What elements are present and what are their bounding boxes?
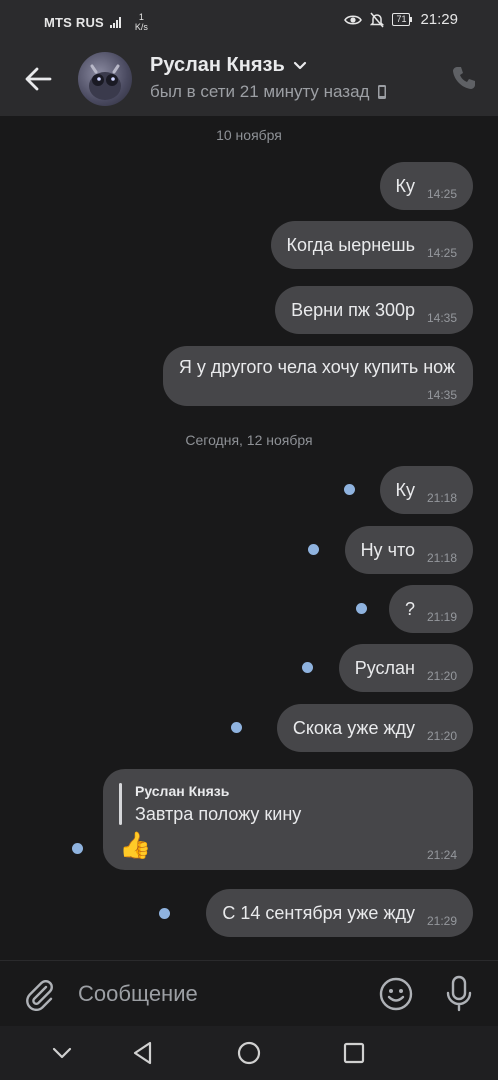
microphone-icon[interactable] xyxy=(444,975,474,1013)
message-input[interactable] xyxy=(78,975,358,1013)
mobile-phone-icon xyxy=(378,85,387,99)
system-navigation-bar xyxy=(0,1026,498,1080)
message-composer xyxy=(0,960,498,1026)
unread-indicator xyxy=(159,908,170,919)
paperclip-icon[interactable] xyxy=(22,977,56,1011)
message-list[interactable]: 10 ноября Ку 14:25 Когда ыернешь 14:25 В… xyxy=(0,116,498,960)
message-time: 14:25 xyxy=(426,187,457,201)
outgoing-message[interactable]: С 14 сентября уже жду 21:29 xyxy=(206,889,473,937)
message-text: Руслан xyxy=(354,657,415,678)
date-separator: 10 ноября xyxy=(216,127,282,143)
smile-icon[interactable] xyxy=(378,976,414,1012)
outgoing-message[interactable]: Ну что 21:18 xyxy=(344,526,473,574)
outgoing-message[interactable]: Я у другого чела хочу купить нож 14:35 xyxy=(162,346,473,406)
signal-icon xyxy=(109,16,121,28)
battery-icon: 71 xyxy=(392,13,413,26)
contact-title[interactable]: Руслан Князь xyxy=(150,54,307,77)
outgoing-message[interactable]: Ку 21:18 xyxy=(379,466,473,514)
date-separator: Сегодня, 12 ноября xyxy=(185,432,313,448)
unread-indicator xyxy=(231,722,242,733)
back-arrow-icon[interactable] xyxy=(22,62,56,96)
phone-call-icon[interactable] xyxy=(450,64,478,92)
contact-name[interactable]: Руслан Князь xyxy=(150,54,285,77)
hide-keyboard-chevron-icon[interactable] xyxy=(49,1040,75,1066)
reply-author[interactable]: Руслан Князь xyxy=(135,783,229,799)
message-time: 21:20 xyxy=(426,669,457,683)
nav-home-icon[interactable] xyxy=(236,1040,262,1066)
message-time: 14:35 xyxy=(426,388,457,402)
avatar-image xyxy=(89,64,121,100)
message-text: Я у другого чела хочу купить нож xyxy=(178,357,455,377)
message-text: С 14 сентября уже жду xyxy=(222,902,415,923)
outgoing-message[interactable]: Когда ыернешь 14:25 xyxy=(270,221,473,269)
message-time: 21:29 xyxy=(426,914,457,928)
message-time: 14:35 xyxy=(426,311,457,325)
unread-indicator xyxy=(302,662,313,673)
chat-header: Руслан Князь был в сети 21 минуту назад xyxy=(0,40,498,116)
last-seen-text: был в сети 21 минуту назад xyxy=(150,82,370,101)
outgoing-message[interactable]: Ку 14:25 xyxy=(379,162,473,210)
message-text: Ку xyxy=(395,479,416,500)
message-text: Ку xyxy=(395,175,416,196)
message-text: ? xyxy=(404,598,415,619)
message-time: 21:20 xyxy=(426,729,457,743)
reply-quote-bar xyxy=(119,783,122,825)
avatar[interactable] xyxy=(78,52,132,106)
clock: 21:29 xyxy=(420,11,458,28)
message-time: 21:24 xyxy=(426,848,457,862)
message-time: 21:18 xyxy=(426,551,457,565)
unread-indicator xyxy=(356,603,367,614)
unread-indicator xyxy=(308,544,319,555)
nav-recents-icon[interactable] xyxy=(341,1040,367,1066)
network-speed: 1 K/s xyxy=(134,12,148,32)
message-time: 14:25 xyxy=(426,246,457,260)
contact-status: был в сети 21 минуту назад xyxy=(150,82,387,102)
message-text: Верни пж 300р xyxy=(291,299,415,320)
bell-off-icon xyxy=(370,12,385,27)
thumbs-up-emoji: 👍 xyxy=(119,830,152,860)
eye-icon xyxy=(344,14,363,25)
outgoing-message[interactable]: Скока уже жду 21:20 xyxy=(276,704,473,752)
message-text: Когда ыернешь xyxy=(286,234,416,255)
reply-message[interactable]: Руслан Князь Завтра положу кину 👍 21:24 xyxy=(103,769,473,870)
nav-back-icon[interactable] xyxy=(130,1040,156,1066)
outgoing-message[interactable]: ? 21:19 xyxy=(388,585,473,633)
message-time: 21:19 xyxy=(426,610,457,624)
message-text: Ну что xyxy=(360,539,415,560)
unread-indicator xyxy=(344,484,355,495)
status-bar: MTS RUS 1 K/s 71 21:29 xyxy=(0,0,498,40)
message-time: 21:18 xyxy=(426,491,457,505)
reply-quoted-text: Завтра положу кину xyxy=(135,804,302,824)
message-text: Скока уже жду xyxy=(292,717,415,738)
carrier-name: MTS RUS xyxy=(44,14,104,30)
outgoing-message[interactable]: Руслан 21:20 xyxy=(338,644,473,692)
unread-indicator xyxy=(72,843,83,854)
outgoing-message[interactable]: Верни пж 300р 14:35 xyxy=(275,286,473,334)
chevron-down-icon[interactable] xyxy=(293,61,307,71)
